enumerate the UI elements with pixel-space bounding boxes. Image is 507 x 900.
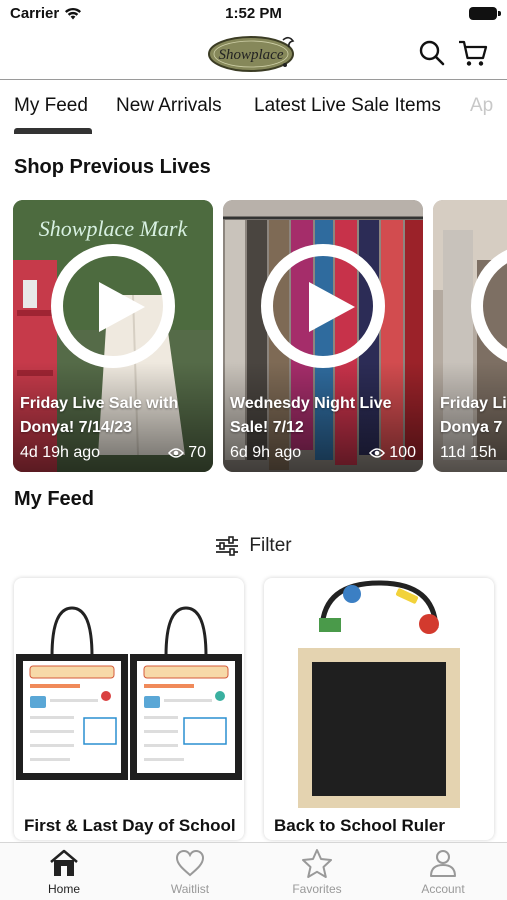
tab-bar-label: Home (47, 882, 80, 896)
svg-text:Showplace Mark: Showplace Mark (39, 216, 189, 241)
views-count: 100 (389, 444, 416, 461)
shop-previous-lives-title: Shop Previous Lives (14, 156, 211, 178)
app-header: Showplace (0, 28, 507, 80)
play-icon[interactable] (51, 244, 175, 368)
search-button[interactable] (416, 37, 448, 69)
category-tabs: My Feed New Arrivals Latest Live Sale It… (0, 81, 507, 137)
svg-text:Showplace: Showplace (219, 47, 284, 63)
showplace-logo[interactable]: Showplace (205, 32, 301, 74)
tab-apparel[interactable]: Ap (470, 95, 493, 117)
tab-bar-home[interactable]: Home (14, 847, 114, 899)
sliders-icon (216, 536, 239, 556)
live-age: 6d 9h ago (230, 444, 302, 461)
filter-label: Filter (249, 535, 292, 556)
product-image (16, 606, 242, 780)
filter-button[interactable]: Filter (0, 532, 507, 560)
product-card[interactable]: Back to School Ruler (264, 578, 494, 840)
status-bar: Carrier 1:52 PM (0, 0, 507, 28)
product-card[interactable]: First & Last Day of School (14, 578, 244, 840)
active-tab-indicator (14, 128, 92, 134)
product-name: First & Last Day of School (24, 816, 236, 835)
live-card[interactable]: Wednesdy Night Live Sale! 7/12 6d 9h ago… (223, 200, 423, 472)
cart-button[interactable] (457, 37, 489, 69)
live-card[interactable]: Showplace Mark Friday Live Sale with Don… (13, 200, 213, 472)
live-age: 4d 19h ago (20, 444, 101, 461)
my-feed-title: My Feed (14, 488, 95, 510)
battery-icon (469, 7, 501, 20)
live-title: Wednesdy Night Live Sale! 7/12 (230, 395, 392, 436)
tab-new-arrivals[interactable]: New Arrivals (116, 95, 222, 117)
tab-bar-favorites[interactable]: Favorites (267, 847, 367, 899)
bottom-tab-bar: Home Waitlist Favorites Account (0, 842, 507, 900)
live-title: Friday Li Donya 7 (440, 395, 507, 436)
home-icon (50, 849, 78, 876)
heart-icon (175, 849, 205, 877)
eye-icon (168, 448, 185, 458)
eye-icon (369, 448, 386, 458)
star-icon (302, 849, 332, 878)
views-count: 70 (188, 444, 206, 461)
cart-icon (459, 40, 488, 66)
live-title: Friday Live Sale with Donya! 7/14/23 (20, 395, 179, 436)
tab-bar-account[interactable]: Account (393, 847, 493, 899)
live-views: 100 (369, 444, 416, 462)
tab-bar-waitlist[interactable]: Waitlist (140, 847, 240, 899)
search-icon (419, 40, 445, 66)
live-card[interactable]: Friday Li Donya 7 11d 15h (433, 200, 507, 472)
tab-latest-live-sale-items[interactable]: Latest Live Sale Items (254, 95, 441, 117)
previous-lives-carousel[interactable]: Showplace Mark Friday Live Sale with Don… (0, 200, 507, 472)
play-icon[interactable] (261, 244, 385, 368)
tab-bar-label: Waitlist (170, 882, 210, 896)
status-time: 1:52 PM (225, 5, 282, 22)
person-icon (430, 850, 456, 877)
tab-my-feed[interactable]: My Feed (14, 95, 88, 117)
product-image (298, 580, 460, 808)
tab-bar-label: Favorites (292, 882, 342, 896)
live-age: 11d 15h (440, 444, 497, 461)
live-views: 70 (168, 444, 206, 462)
tab-bar-label: Account (421, 882, 465, 896)
product-name: Back to School Ruler (274, 816, 445, 835)
